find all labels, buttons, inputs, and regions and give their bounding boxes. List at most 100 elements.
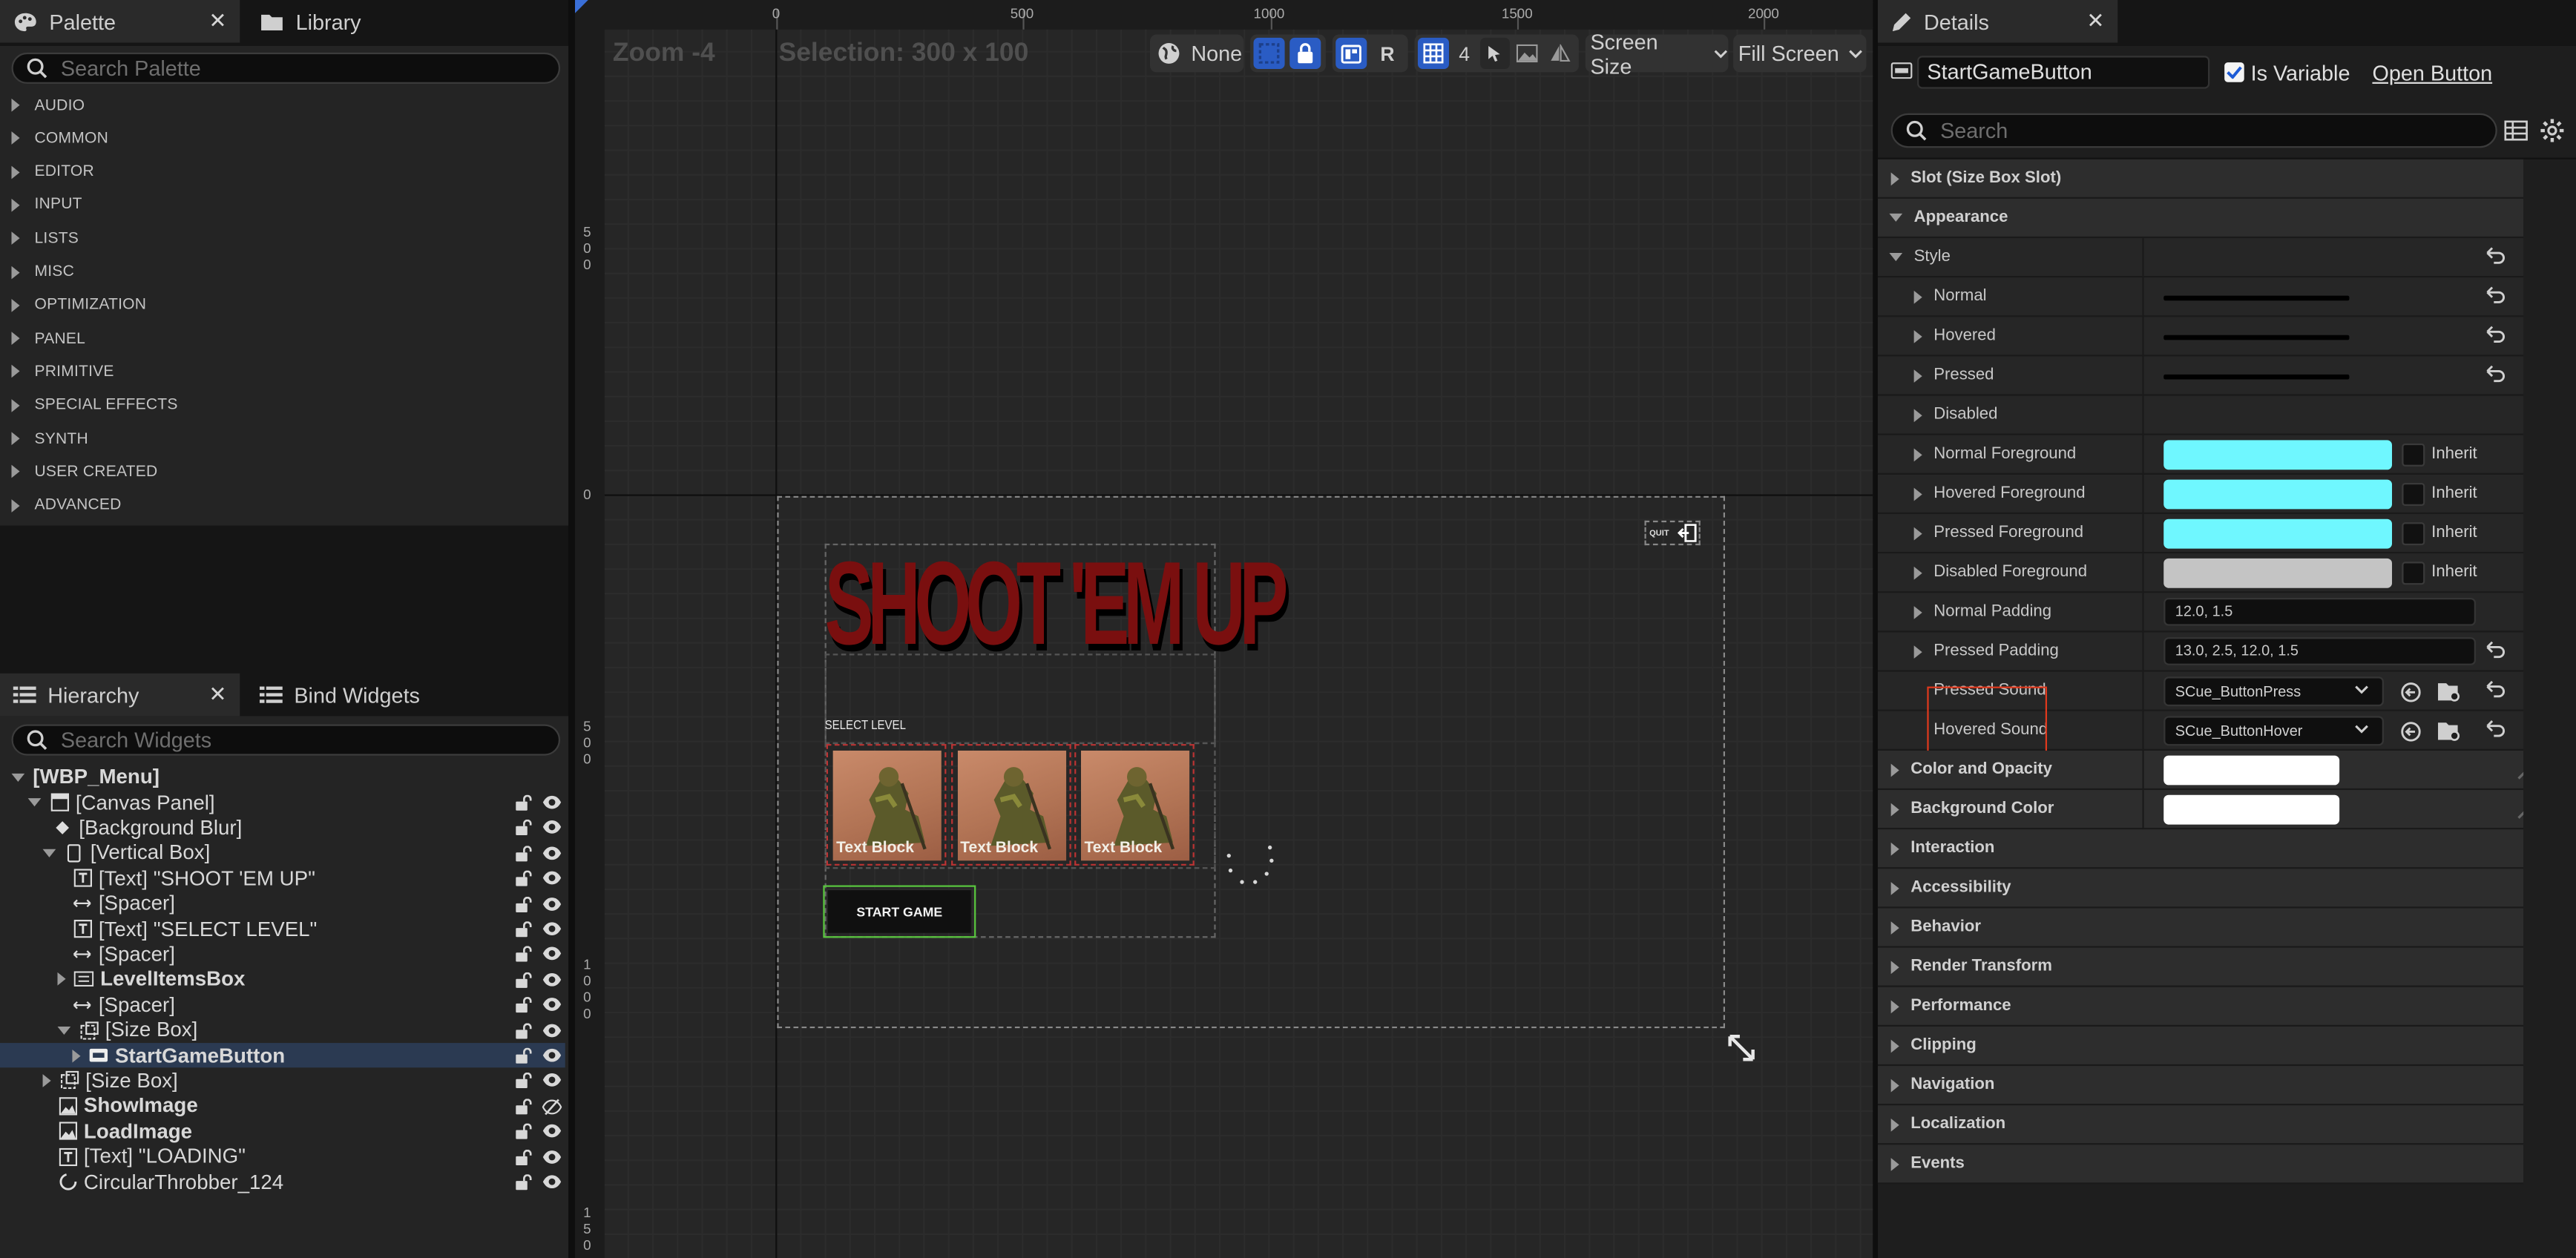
row-hovered-foreground[interactable]: Hovered Foreground Inherit — [1877, 474, 2524, 515]
expand-arrow-icon[interactable] — [72, 1049, 81, 1062]
normal-padding-field[interactable]: 12.0, 1.5 — [2163, 598, 2476, 626]
section-behavior[interactable]: Behavior — [1877, 908, 2524, 948]
eye-icon[interactable] — [542, 1073, 562, 1088]
palette-category[interactable]: INPUT — [0, 188, 568, 221]
eye-icon[interactable] — [542, 997, 562, 1012]
lock-icon[interactable] — [514, 870, 532, 887]
hierarchy-row[interactable]: [Size Box] — [0, 1068, 565, 1093]
section-performance[interactable]: Performance — [1877, 987, 2524, 1027]
eye-icon[interactable] — [542, 1149, 562, 1164]
gear-icon[interactable] — [2540, 118, 2564, 142]
eye-icon[interactable] — [542, 846, 562, 860]
section-events[interactable]: Events — [1877, 1145, 2524, 1185]
palette-category[interactable]: COMMON — [0, 122, 568, 155]
section-accessibility[interactable]: Accessibility — [1877, 869, 2524, 909]
row-hovered[interactable]: Hovered — [1877, 317, 2524, 357]
use-selected-icon[interactable] — [2400, 682, 2422, 703]
select-level-text[interactable]: SELECT LEVEL — [825, 718, 906, 733]
quit-button[interactable]: QUIT — [1644, 520, 1701, 546]
lock-icon[interactable] — [514, 1047, 532, 1064]
lock-icon[interactable] — [514, 946, 532, 963]
reset-icon[interactable] — [2484, 641, 2506, 661]
lock-icon[interactable] — [514, 820, 532, 837]
palette-category[interactable]: MISC — [0, 255, 568, 288]
collapse-arrow-icon[interactable] — [11, 773, 25, 782]
hovered-brush-preview[interactable] — [2163, 335, 2350, 340]
level-item-card[interactable]: Text Block — [950, 744, 1071, 866]
palette-category[interactable]: USER CREATED — [0, 455, 568, 488]
reset-icon[interactable] — [2484, 680, 2506, 700]
pressed-padding-field[interactable]: 13.0, 2.5, 12.0, 1.5 — [2163, 637, 2476, 665]
pressed-sound-dropdown[interactable]: SCue_ButtonPress — [2163, 676, 2384, 707]
eye-icon[interactable] — [542, 794, 562, 809]
expand-arrow-icon[interactable] — [42, 1074, 51, 1087]
open-button-link[interactable]: Open Button — [2372, 61, 2492, 85]
inherit-checkbox[interactable] — [2402, 562, 2425, 585]
designer-viewport[interactable]: 0 500 1000 1500 2000 500 0 500 1000 150 … — [575, 0, 1873, 1258]
row-disabled-foreground[interactable]: Disabled Foreground Inherit — [1877, 553, 2524, 593]
hierarchy-row[interactable]: LevelItemsBox — [0, 967, 565, 992]
close-icon[interactable]: ✕ — [208, 8, 226, 34]
reset-icon[interactable] — [2484, 246, 2506, 266]
grid-snap-button[interactable] — [1417, 37, 1450, 70]
tab-bind-widgets[interactable]: Bind Widgets — [246, 674, 476, 717]
section-appearance[interactable]: Appearance — [1877, 198, 2524, 239]
lock-icon[interactable] — [514, 1173, 532, 1191]
tab-details[interactable]: Details ✕ — [1877, 0, 2118, 43]
palette-category[interactable]: AUDIO — [0, 89, 568, 122]
pressed-brush-preview[interactable] — [2163, 374, 2350, 380]
lock-icon[interactable] — [514, 794, 532, 811]
expand-arrow-icon[interactable] — [57, 972, 66, 987]
row-pressed[interactable]: Pressed — [1877, 356, 2524, 396]
lock-icon[interactable] — [514, 997, 532, 1013]
hierarchy-row[interactable]: [Spacer] — [0, 891, 565, 916]
collapse-arrow-icon[interactable] — [42, 849, 56, 857]
level-item-card[interactable]: Text Block — [826, 744, 947, 866]
section-render-transform[interactable]: Render Transform — [1877, 947, 2524, 987]
row-pressed-foreground[interactable]: Pressed Foreground Inherit — [1877, 514, 2524, 554]
row-pressed-padding[interactable]: Pressed Padding 13.0, 2.5, 12.0, 1.5 — [1877, 632, 2524, 672]
eye-off-icon[interactable] — [542, 1098, 562, 1115]
palette-category[interactable]: PANEL — [0, 322, 568, 355]
section-localization[interactable]: Localization — [1877, 1105, 2524, 1145]
eye-icon[interactable] — [542, 921, 562, 936]
hierarchy-row[interactable]: [Text] "SHOOT 'EM UP" — [0, 866, 565, 891]
screen-size-dropdown[interactable]: Screen Size — [1585, 29, 1729, 78]
widget-name-field[interactable]: StartGameButton — [1917, 56, 2210, 89]
palette-category[interactable]: SPECIAL EFFECTS — [0, 389, 568, 421]
palette-category[interactable]: PRIMITIVE — [0, 355, 568, 388]
grid-size-value[interactable]: 4 — [1459, 42, 1470, 65]
hierarchy-row[interactable]: [Text] "SELECT LEVEL" — [0, 916, 565, 941]
panel-splitter[interactable] — [568, 0, 576, 1258]
fill-screen-dropdown[interactable]: Fill Screen — [1733, 34, 1867, 73]
start-game-selection[interactable]: START GAME — [823, 885, 976, 938]
layout-button[interactable] — [1335, 37, 1367, 70]
lock-icon[interactable] — [514, 1022, 532, 1038]
section-color-opacity[interactable]: Color and Opacity — [1877, 750, 2538, 791]
panel-splitter[interactable] — [1873, 0, 1878, 1258]
eye-icon[interactable] — [542, 1047, 562, 1062]
browse-folder-icon[interactable] — [2437, 680, 2462, 703]
eye-icon[interactable] — [542, 972, 562, 987]
row-normal-padding[interactable]: Normal Padding 12.0, 1.5 — [1877, 593, 2524, 633]
reset-icon[interactable] — [2484, 286, 2506, 306]
hierarchy-row[interactable]: [Spacer] — [0, 941, 565, 966]
collapse-arrow-icon[interactable] — [57, 1026, 71, 1035]
hierarchy-row[interactable]: CircularThrobber_124 — [0, 1169, 565, 1194]
start-game-button[interactable]: START GAME — [828, 890, 971, 933]
is-variable-checkbox[interactable] — [2224, 62, 2244, 82]
hierarchy-row[interactable]: ShowImage — [0, 1093, 565, 1119]
palette-category[interactable]: OPTIMIZATION — [0, 289, 568, 321]
tab-hierarchy[interactable]: Hierarchy ✕ — [0, 673, 240, 717]
palette-category[interactable]: LISTS — [0, 222, 568, 254]
lock-icon[interactable] — [514, 972, 532, 988]
normal-foreground-swatch[interactable] — [2163, 440, 2393, 470]
widget-search-input[interactable]: Search Widgets — [11, 724, 561, 756]
eye-icon[interactable] — [542, 1022, 562, 1037]
section-slot[interactable]: Slot (Size Box Slot) — [1877, 159, 2524, 199]
use-selected-icon[interactable] — [2400, 721, 2422, 742]
lock-icon[interactable] — [514, 895, 532, 912]
row-normal-foreground[interactable]: Normal Foreground Inherit — [1877, 435, 2524, 475]
hierarchy-row[interactable]: [Background Blur] — [0, 815, 565, 840]
inherit-checkbox[interactable] — [2402, 483, 2425, 507]
